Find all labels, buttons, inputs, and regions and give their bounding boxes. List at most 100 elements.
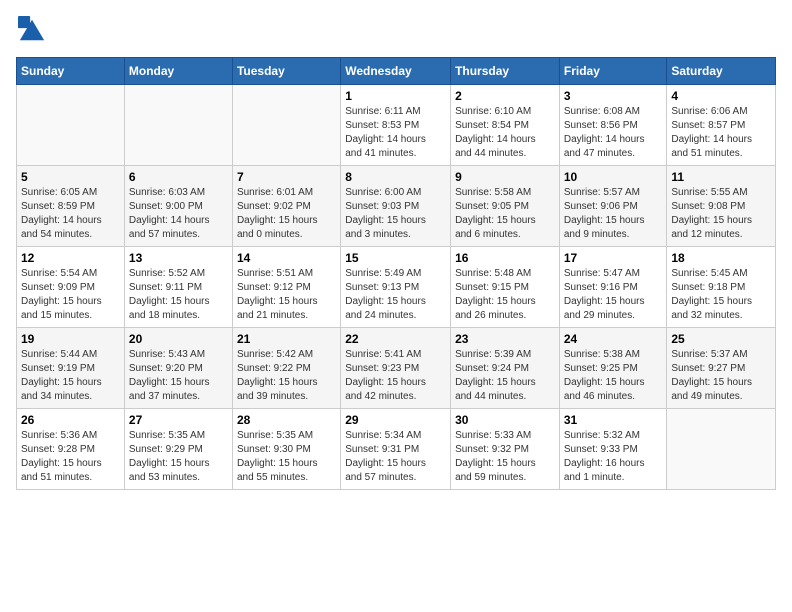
- day-info: Sunrise: 5:38 AM Sunset: 9:25 PM Dayligh…: [564, 348, 663, 404]
- day-number: 12: [21, 251, 120, 265]
- calendar-cell: 13 Sunrise: 5:52 AM Sunset: 9:11 PM Dayli…: [124, 247, 232, 328]
- day-number: 1: [345, 89, 446, 103]
- calendar-cell: 3 Sunrise: 6:08 AM Sunset: 8:56 PM Daylig…: [559, 85, 667, 166]
- calendar-cell: 16Sunrise: 5:48 AM Sunset: 9:15 PM Dayli…: [451, 247, 560, 328]
- day-number: 14: [237, 251, 336, 265]
- day-info: Sunrise: 5:33 AM Sunset: 9:32 PM Dayligh…: [455, 429, 555, 485]
- calendar-cell: 4 Sunrise: 6:06 AM Sunset: 8:57 PM Daylig…: [667, 85, 776, 166]
- week-row-2: 5Sunrise: 6:05 AM Sunset: 8:59 PM Daylig…: [17, 166, 776, 247]
- day-number: 8: [345, 170, 446, 184]
- day-number: 19: [21, 332, 120, 346]
- weekday-tuesday: Tuesday: [232, 58, 340, 85]
- day-info: Sunrise: 5:47 AM Sunset: 9:16 PM Dayligh…: [564, 267, 663, 323]
- day-info: Sunrise: 6:10 AM Sunset: 8:54 PM Dayligh…: [455, 105, 555, 161]
- weekday-monday: Monday: [124, 58, 232, 85]
- calendar-cell: 7 Sunrise: 6:01 AM Sunset: 9:02 PM Daylig…: [232, 166, 340, 247]
- calendar-cell: 6 Sunrise: 6:03 AM Sunset: 9:00 PM Daylig…: [124, 166, 232, 247]
- calendar-cell: [124, 85, 232, 166]
- calendar-table: SundayMondayTuesdayWednesdayThursdayFrid…: [16, 57, 776, 490]
- day-info: Sunrise: 5:34 AM Sunset: 9:31 PM Dayligh…: [345, 429, 446, 485]
- calendar-cell: 2Sunrise: 6:10 AM Sunset: 8:54 PM Daylig…: [451, 85, 560, 166]
- calendar-cell: 27 Sunrise: 5:35 AM Sunset: 9:29 PM Dayli…: [124, 409, 232, 490]
- day-number: 23: [455, 332, 555, 346]
- day-info: Sunrise: 5:45 AM Sunset: 9:18 PM Dayligh…: [671, 267, 771, 323]
- day-number: 17: [564, 251, 663, 265]
- day-info: Sunrise: 5:41 AM Sunset: 9:23 PM Dayligh…: [345, 348, 446, 404]
- day-number: 24: [564, 332, 663, 346]
- day-number: 7: [237, 170, 336, 184]
- day-number: 16: [455, 251, 555, 265]
- page-header: [16, 16, 776, 49]
- calendar-cell: [17, 85, 125, 166]
- day-number: 22: [345, 332, 446, 346]
- day-info: Sunrise: 5:42 AM Sunset: 9:22 PM Dayligh…: [237, 348, 336, 404]
- day-info: Sunrise: 5:43 AM Sunset: 9:20 PM Dayligh…: [129, 348, 228, 404]
- calendar-cell: 11Sunrise: 5:55 AM Sunset: 9:08 PM Dayli…: [667, 166, 776, 247]
- day-info: Sunrise: 6:06 AM Sunset: 8:57 PM Dayligh…: [671, 105, 771, 161]
- day-info: Sunrise: 5:39 AM Sunset: 9:24 PM Dayligh…: [455, 348, 555, 404]
- calendar-cell: 31 Sunrise: 5:32 AM Sunset: 9:33 PM Dayli…: [559, 409, 667, 490]
- calendar-cell: [232, 85, 340, 166]
- day-info: Sunrise: 6:01 AM Sunset: 9:02 PM Dayligh…: [237, 186, 336, 242]
- day-number: 6: [129, 170, 228, 184]
- day-number: 4: [671, 89, 771, 103]
- calendar-cell: 10Sunrise: 5:57 AM Sunset: 9:06 PM Dayli…: [559, 166, 667, 247]
- day-info: Sunrise: 5:35 AM Sunset: 9:29 PM Dayligh…: [129, 429, 228, 485]
- day-info: Sunrise: 6:00 AM Sunset: 9:03 PM Dayligh…: [345, 186, 446, 242]
- calendar-cell: 8 Sunrise: 6:00 AM Sunset: 9:03 PM Daylig…: [341, 166, 451, 247]
- day-info: Sunrise: 5:35 AM Sunset: 9:30 PM Dayligh…: [237, 429, 336, 485]
- day-info: Sunrise: 5:49 AM Sunset: 9:13 PM Dayligh…: [345, 267, 446, 323]
- weekday-saturday: Saturday: [667, 58, 776, 85]
- day-number: 9: [455, 170, 555, 184]
- logo: [16, 16, 46, 49]
- day-number: 11: [671, 170, 771, 184]
- calendar-cell: 14 Sunrise: 5:51 AM Sunset: 9:12 PM Dayli…: [232, 247, 340, 328]
- day-number: 27: [129, 413, 228, 427]
- day-info: Sunrise: 5:57 AM Sunset: 9:06 PM Dayligh…: [564, 186, 663, 242]
- day-number: 21: [237, 332, 336, 346]
- calendar-cell: 5Sunrise: 6:05 AM Sunset: 8:59 PM Daylig…: [17, 166, 125, 247]
- day-number: 28: [237, 413, 336, 427]
- day-info: Sunrise: 5:58 AM Sunset: 9:05 PM Dayligh…: [455, 186, 555, 242]
- calendar-cell: 12 Sunrise: 5:54 AM Sunset: 9:09 PM Dayli…: [17, 247, 125, 328]
- calendar-cell: 22 Sunrise: 5:41 AM Sunset: 9:23 PM Dayli…: [341, 328, 451, 409]
- day-info: Sunrise: 5:32 AM Sunset: 9:33 PM Dayligh…: [564, 429, 663, 485]
- calendar-cell: 26 Sunrise: 5:36 AM Sunset: 9:28 PM Dayli…: [17, 409, 125, 490]
- day-info: Sunrise: 5:51 AM Sunset: 9:12 PM Dayligh…: [237, 267, 336, 323]
- weekday-sunday: Sunday: [17, 58, 125, 85]
- day-number: 18: [671, 251, 771, 265]
- week-row-5: 26 Sunrise: 5:36 AM Sunset: 9:28 PM Dayli…: [17, 409, 776, 490]
- calendar-cell: 20 Sunrise: 5:43 AM Sunset: 9:20 PM Dayli…: [124, 328, 232, 409]
- day-number: 30: [455, 413, 555, 427]
- day-number: 13: [129, 251, 228, 265]
- day-info: Sunrise: 5:36 AM Sunset: 9:28 PM Dayligh…: [21, 429, 120, 485]
- calendar-cell: 23 Sunrise: 5:39 AM Sunset: 9:24 PM Dayli…: [451, 328, 560, 409]
- calendar-cell: [667, 409, 776, 490]
- day-info: Sunrise: 5:54 AM Sunset: 9:09 PM Dayligh…: [21, 267, 120, 323]
- calendar-cell: 17 Sunrise: 5:47 AM Sunset: 9:16 PM Dayli…: [559, 247, 667, 328]
- day-info: Sunrise: 5:37 AM Sunset: 9:27 PM Dayligh…: [671, 348, 771, 404]
- week-row-1: 1 Sunrise: 6:11 AM Sunset: 8:53 PM Daylig…: [17, 85, 776, 166]
- logo-icon: [18, 16, 46, 44]
- day-number: 25: [671, 332, 771, 346]
- calendar-cell: 1 Sunrise: 6:11 AM Sunset: 8:53 PM Daylig…: [341, 85, 451, 166]
- calendar-cell: 15 Sunrise: 5:49 AM Sunset: 9:13 PM Dayli…: [341, 247, 451, 328]
- day-info: Sunrise: 6:11 AM Sunset: 8:53 PM Dayligh…: [345, 105, 446, 161]
- day-number: 29: [345, 413, 446, 427]
- calendar-cell: 18 Sunrise: 5:45 AM Sunset: 9:18 PM Dayli…: [667, 247, 776, 328]
- day-info: Sunrise: 6:03 AM Sunset: 9:00 PM Dayligh…: [129, 186, 228, 242]
- day-info: Sunrise: 5:52 AM Sunset: 9:11 PM Dayligh…: [129, 267, 228, 323]
- calendar-cell: 9 Sunrise: 5:58 AM Sunset: 9:05 PM Daylig…: [451, 166, 560, 247]
- day-number: 15: [345, 251, 446, 265]
- day-number: 26: [21, 413, 120, 427]
- calendar-cell: 24 Sunrise: 5:38 AM Sunset: 9:25 PM Dayli…: [559, 328, 667, 409]
- calendar-cell: 25 Sunrise: 5:37 AM Sunset: 9:27 PM Dayli…: [667, 328, 776, 409]
- day-info: Sunrise: 6:08 AM Sunset: 8:56 PM Dayligh…: [564, 105, 663, 161]
- weekday-header-row: SundayMondayTuesdayWednesdayThursdayFrid…: [17, 58, 776, 85]
- week-row-3: 12 Sunrise: 5:54 AM Sunset: 9:09 PM Dayli…: [17, 247, 776, 328]
- day-number: 3: [564, 89, 663, 103]
- day-number: 20: [129, 332, 228, 346]
- day-number: 31: [564, 413, 663, 427]
- calendar-cell: 19Sunrise: 5:44 AM Sunset: 9:19 PM Dayli…: [17, 328, 125, 409]
- weekday-wednesday: Wednesday: [341, 58, 451, 85]
